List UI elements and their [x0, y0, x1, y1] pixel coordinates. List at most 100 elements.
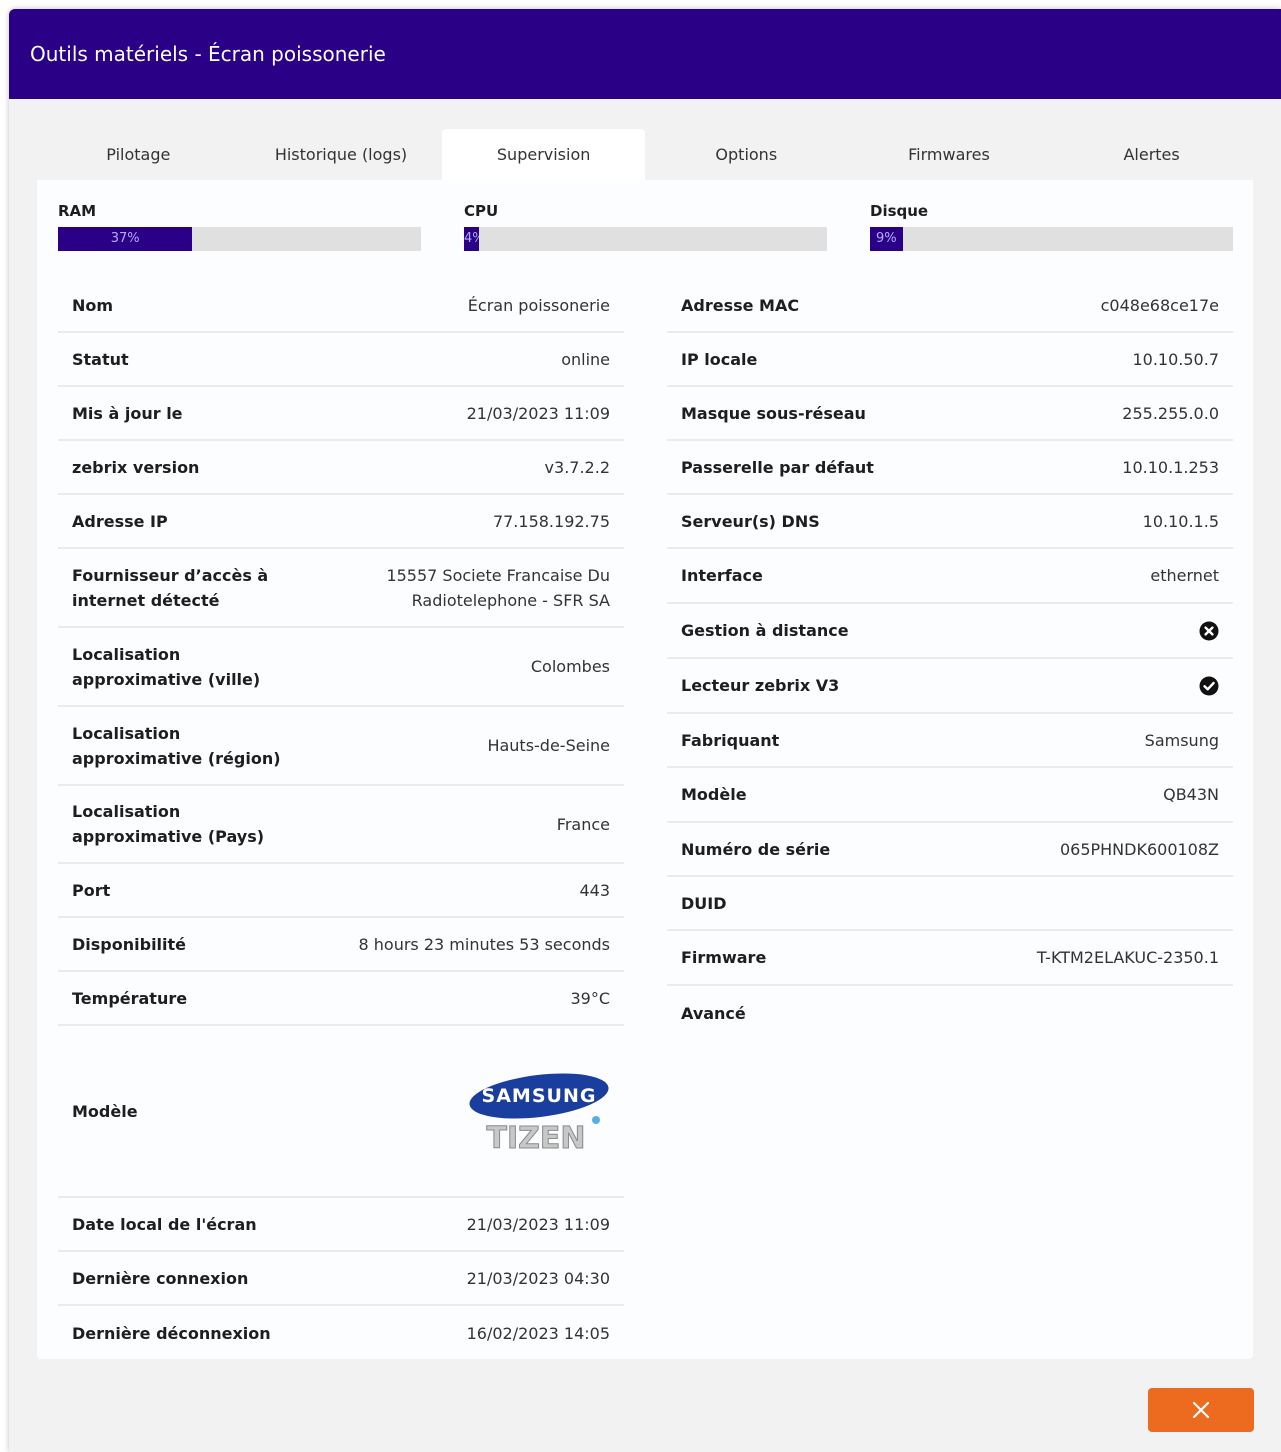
tab-historique[interactable]: Historique (logs) [240, 129, 443, 180]
disk-fill: 9% [870, 227, 903, 251]
row-key-line: Fournisseur d’accès à [72, 565, 269, 585]
row-value: 255.255.0.0 [1122, 403, 1219, 423]
row-value: online [561, 349, 610, 369]
info-row-ville: Localisation approximative (ville) Colom… [58, 628, 624, 707]
row-key-line: Localisation [72, 802, 181, 821]
tab-options[interactable]: Options [645, 129, 848, 180]
info-row-pays: Localisation approximative (Pays) France [58, 786, 624, 864]
info-row-serie: Numéro de série 065PHNDK600108Z [667, 823, 1233, 877]
info-row-derniere-deconnexion: Dernière déconnexion 16/02/2023 14:05 [58, 1306, 624, 1360]
ram-label: RAM [58, 202, 97, 220]
disk-meter: Disque 9% [870, 202, 1233, 251]
row-value: 10.10.1.253 [1122, 457, 1219, 477]
row-key: Modèle [681, 785, 747, 804]
row-value: 15557 Societe Francaise Du Radiotelephon… [386, 563, 610, 613]
row-key: Dernière connexion [72, 1268, 249, 1288]
row-value: Colombes [530, 657, 610, 676]
info-row-region: Localisation approximative (région) Haut… [58, 707, 624, 786]
supervision-panel: RAM 37% CPU 4% Disque 9% Nom [37, 180, 1253, 1359]
row-key-line: Localisation [72, 723, 181, 743]
info-row-dns: Serveur(s) DNS 10.10.1.5 [667, 495, 1233, 549]
row-key: Numéro de série [681, 839, 831, 859]
row-value: Samsung [1144, 730, 1219, 750]
row-value: Hauts-de-Seine [487, 736, 610, 755]
tab-firmwares[interactable]: Firmwares [848, 129, 1051, 180]
row-value: c048e68ce17e [1100, 295, 1219, 315]
network-info-column: Adresse MAC c048e68ce17e IP locale 10.10… [667, 279, 1233, 1040]
row-key-line: approximative (Pays) [72, 827, 265, 846]
row-key: Localisation approximative (Pays) [72, 799, 264, 849]
row-key: Statut [72, 349, 129, 369]
info-row-disponibilite: Disponibilité 8 hours 23 minutes 53 seco… [58, 918, 624, 972]
info-row-fai: Fournisseur d’accès à internet détecté 1… [58, 549, 624, 628]
row-key: Masque sous-réseau [681, 403, 866, 423]
tab-alertes[interactable]: Alertes [1050, 129, 1253, 180]
device-info-column: Nom Écran poissonerie Statut online Mis … [58, 279, 624, 1360]
modal-title: Outils matériels - Écran poissonerie [30, 42, 386, 66]
info-row-port: Port 443 [58, 864, 624, 918]
row-key: Gestion à distance [681, 621, 849, 640]
resource-meters: RAM 37% CPU 4% Disque 9% [58, 202, 1233, 258]
row-key-line: internet détecté [72, 590, 220, 610]
tab-supervision[interactable]: Supervision [442, 129, 645, 180]
row-key: Disponibilité [72, 934, 187, 954]
info-row-temperature: Température 39°C [58, 972, 624, 1026]
info-row-nom: Nom Écran poissonerie [58, 279, 624, 333]
info-row-date-locale: Date local de l'écran 21/03/2023 11:09 [58, 1198, 624, 1252]
row-value: 21/03/2023 11:09 [466, 403, 610, 423]
info-row-maj: Mis à jour le 21/03/2023 11:09 [58, 387, 624, 441]
samsung-tizen-logo: SAMSUNG TIZEN [469, 1073, 609, 1156]
row-key[interactable]: Avancé [681, 1001, 746, 1026]
info-row-fabriquant: Fabriquant Samsung [667, 714, 1233, 768]
logo-tizen-text: TIZEN [487, 1121, 586, 1156]
row-value: 065PHNDK600108Z [1059, 839, 1219, 859]
info-row-ip-locale: IP locale 10.10.50.7 [667, 333, 1233, 387]
row-value: France [556, 814, 610, 834]
info-row-modele-logo: Modèle SAMSUNG TIZEN [58, 1026, 624, 1198]
info-row-avance[interactable]: Avancé [667, 986, 1233, 1040]
info-row-version: zebrix version v3.7.2.2 [58, 441, 624, 495]
info-row-firmware: Firmware T-KTM2ELAKUC-2350.1 [667, 931, 1233, 986]
row-value: 16/02/2023 14:05 [466, 1323, 610, 1343]
cpu-track: 4% [464, 227, 827, 251]
tab-bar: Pilotage Historique (logs) Supervision O… [37, 129, 1253, 180]
ram-track: 37% [58, 227, 421, 251]
row-value: QB43N [1163, 785, 1219, 804]
ram-meter: RAM 37% [58, 202, 421, 251]
close-button[interactable] [1148, 1388, 1254, 1432]
disk-track: 9% [870, 227, 1233, 251]
row-key: Localisation approximative (ville) [72, 642, 260, 692]
logo-samsung-text: SAMSUNG [482, 1085, 597, 1107]
disk-label: Disque [870, 202, 929, 220]
row-key: zebrix version [72, 457, 200, 477]
row-key: Mis à jour le [72, 403, 183, 423]
info-row-interface: Interface ethernet [667, 549, 1233, 604]
row-key: Fabriquant [681, 730, 780, 750]
row-key: Fournisseur d’accès à internet détecté [72, 563, 268, 613]
modal-header: Outils matériels - Écran poissonerie [9, 9, 1281, 99]
row-key: Lecteur zebrix V3 [681, 676, 840, 695]
row-key: Localisation approximative (région) [72, 721, 281, 771]
cpu-meter: CPU 4% [464, 202, 827, 251]
x-circle-icon [1199, 621, 1219, 640]
cpu-label: CPU [464, 202, 499, 220]
row-key: Serveur(s) DNS [681, 511, 820, 531]
row-key: Température [72, 988, 188, 1008]
info-row-derniere-connexion: Dernière connexion 21/03/2023 04:30 [58, 1252, 624, 1306]
info-row-lecteur-v3: Lecteur zebrix V3 [667, 659, 1233, 714]
row-key: Nom [72, 295, 114, 315]
info-row-ip: Adresse IP 77.158.192.75 [58, 495, 624, 549]
row-key: IP locale [681, 349, 758, 369]
info-row-statut: Statut online [58, 333, 624, 387]
row-value: 8 hours 23 minutes 53 seconds [358, 934, 610, 954]
row-key: Modèle [72, 1101, 138, 1121]
tab-pilotage[interactable]: Pilotage [37, 129, 240, 180]
row-key: Passerelle par défaut [681, 457, 874, 477]
row-key: Adresse MAC [681, 295, 800, 315]
info-row-gestion-distance: Gestion à distance [667, 604, 1233, 659]
row-key: Firmware [681, 948, 767, 967]
row-key: Port [72, 880, 111, 900]
info-row-modele: Modèle QB43N [667, 768, 1233, 823]
row-value: 443 [579, 880, 610, 900]
row-value: 21/03/2023 11:09 [466, 1214, 610, 1234]
